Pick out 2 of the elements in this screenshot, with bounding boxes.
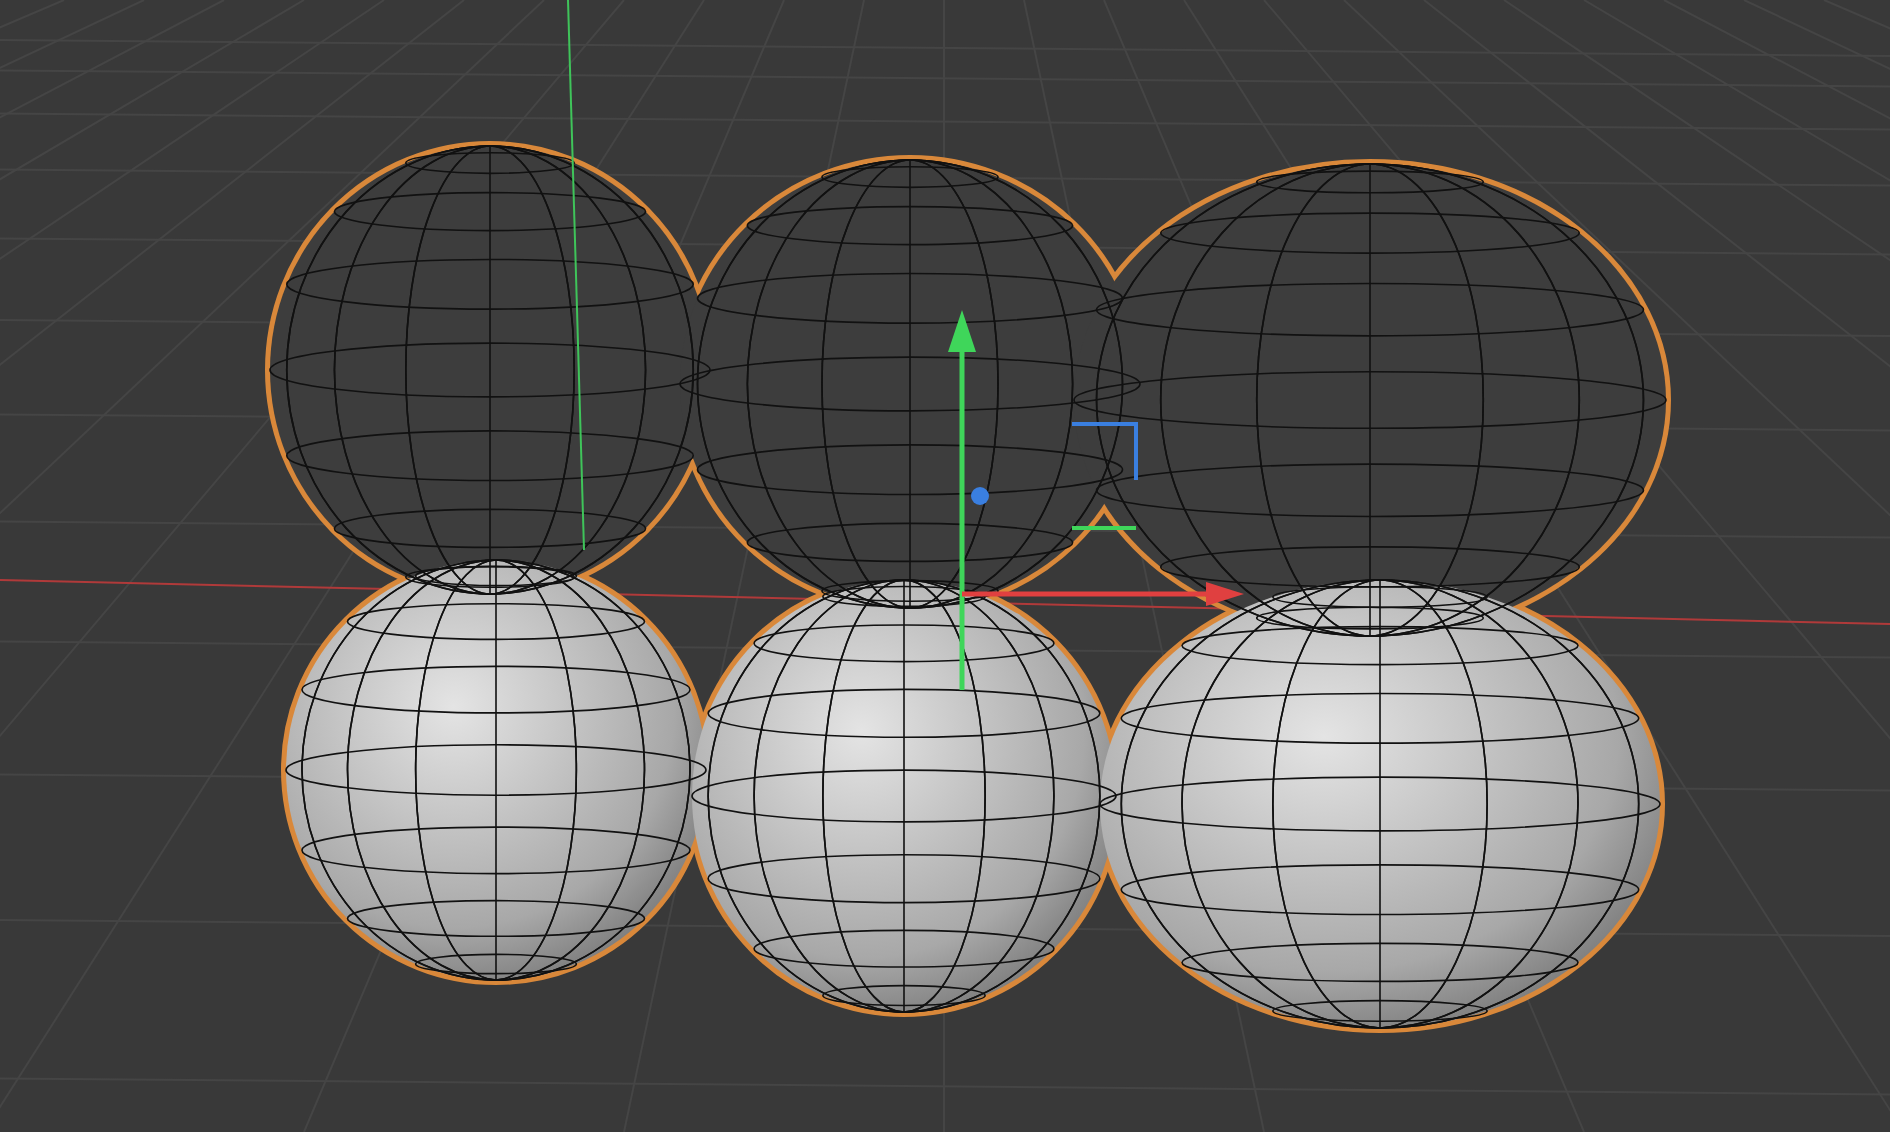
move-gizmo-drawing[interactable] — [948, 310, 1244, 690]
mesh-drawing[interactable] — [265, 141, 1671, 1033]
